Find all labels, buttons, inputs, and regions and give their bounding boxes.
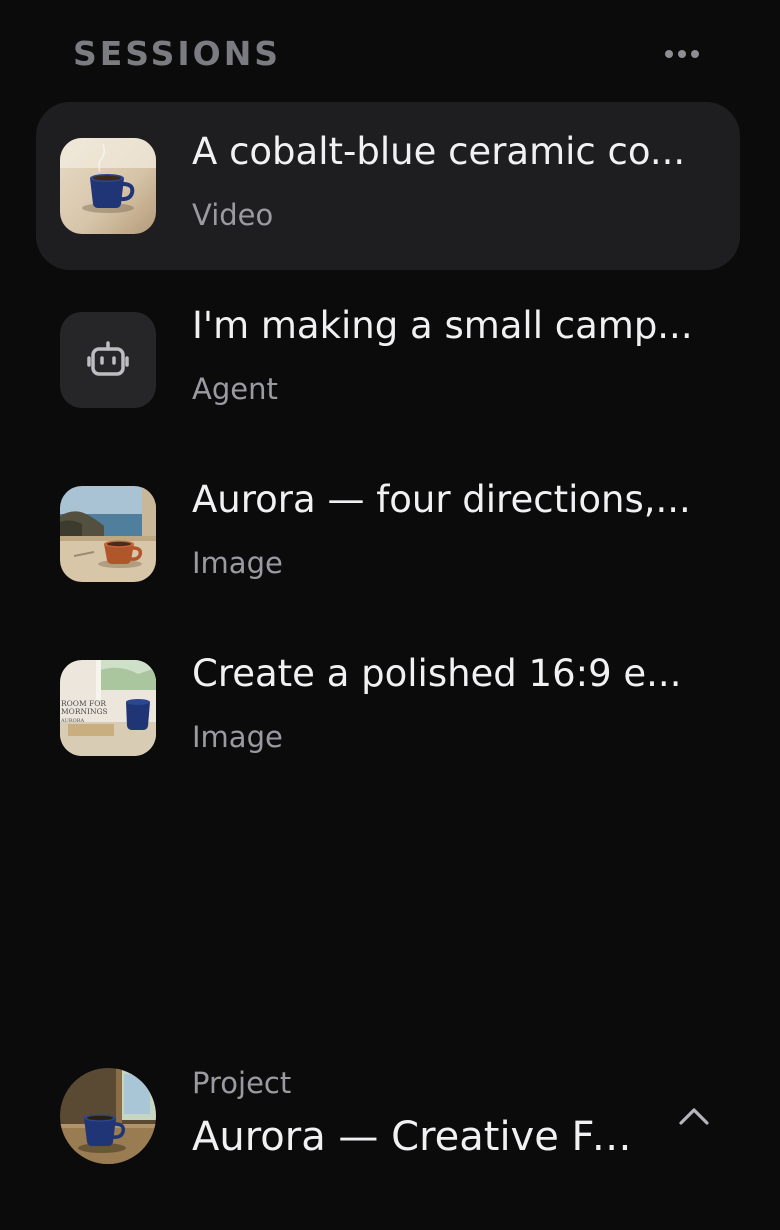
project-avatar bbox=[60, 1068, 156, 1164]
session-title: Create a polished 16:9 e... bbox=[192, 652, 682, 695]
project-label: Project bbox=[192, 1066, 292, 1100]
coastal-cup-thumbnail bbox=[60, 486, 156, 582]
session-type: Image bbox=[192, 546, 283, 580]
session-title: Aurora — four directions,... bbox=[192, 478, 691, 521]
session-title: A cobalt-blue ceramic co... bbox=[192, 130, 686, 173]
project-cup-image bbox=[60, 1068, 156, 1164]
more-dot bbox=[678, 50, 686, 58]
sessions-header: SESSIONS bbox=[73, 32, 707, 76]
project-name: Aurora — Creative Fi... bbox=[192, 1114, 632, 1160]
session-type: Video bbox=[192, 198, 274, 232]
coffee-cup-thumbnail bbox=[60, 138, 156, 234]
coffee-cup-image bbox=[60, 138, 156, 234]
session-item-polished-169[interactable]: ROOM FOR MORNINGS AURORA Create a polish… bbox=[36, 624, 740, 792]
more-dot bbox=[665, 50, 673, 58]
robot-icon bbox=[87, 341, 129, 376]
session-item-aurora-directions[interactable]: Aurora — four directions,... Image bbox=[36, 450, 740, 618]
more-options-button[interactable] bbox=[657, 36, 707, 72]
project-switcher[interactable]: Project Aurora — Creative Fi... bbox=[60, 1066, 740, 1166]
poster-thumbnail: ROOM FOR MORNINGS AURORA bbox=[60, 660, 156, 756]
session-item-agent[interactable]: I'm making a small camp... Agent bbox=[36, 276, 740, 444]
room-for-mornings-image: ROOM FOR MORNINGS AURORA bbox=[60, 660, 156, 756]
coastal-window-image bbox=[60, 486, 156, 582]
session-title: I'm making a small camp... bbox=[192, 304, 693, 347]
more-dot bbox=[691, 50, 699, 58]
session-list: A cobalt-blue ceramic co... Video I'm ma… bbox=[36, 102, 740, 798]
session-type: Image bbox=[192, 720, 283, 754]
session-type: Agent bbox=[192, 372, 278, 406]
session-item-cobalt-cup[interactable]: A cobalt-blue ceramic co... Video bbox=[36, 102, 740, 270]
poster-line-3: AURORA bbox=[60, 718, 84, 724]
poster-line-2: MORNINGS bbox=[61, 707, 108, 716]
sessions-title: SESSIONS bbox=[73, 34, 282, 73]
chevron-up-icon[interactable] bbox=[668, 1096, 720, 1136]
agent-thumbnail bbox=[60, 312, 156, 408]
